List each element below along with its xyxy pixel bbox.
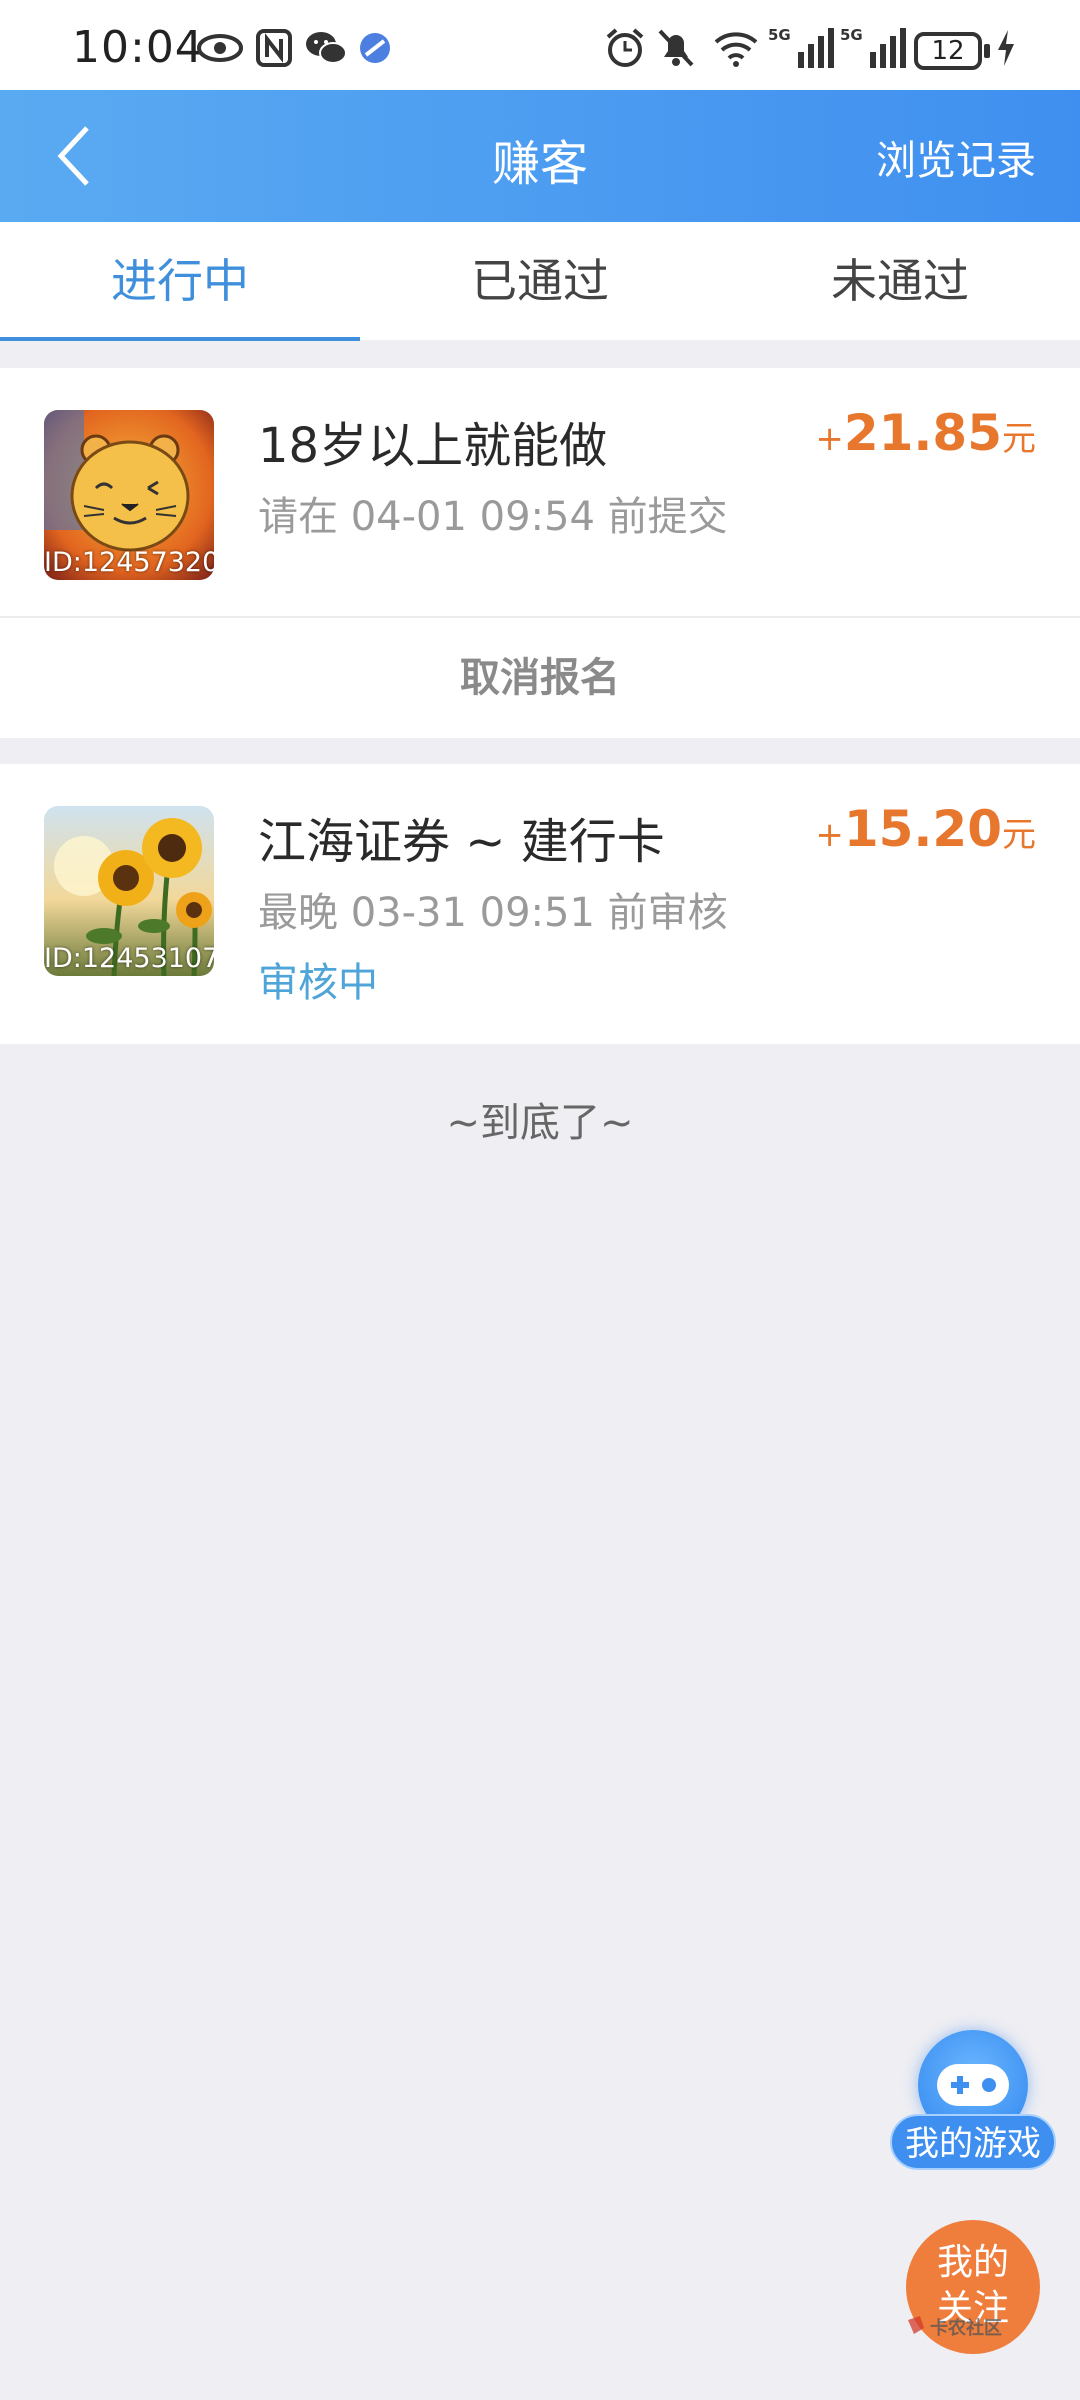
reward-amount: 21.85 — [843, 404, 1002, 462]
list-end-text: ~到底了~ — [446, 1100, 634, 1146]
back-button[interactable] — [40, 120, 110, 192]
wechat-icon — [304, 26, 348, 70]
tab-approved[interactable]: 已通过 — [360, 222, 720, 340]
wifi-icon — [712, 26, 760, 70]
task-reward: +21.85元 — [815, 404, 1036, 462]
cancel-signup-button[interactable]: 取消报名 — [0, 618, 1080, 738]
task-title: 18岁以上就能做 — [258, 418, 608, 474]
battery-tip — [984, 44, 990, 58]
reward-plus: + — [815, 419, 844, 459]
active-tab-indicator — [0, 337, 360, 341]
task-thumbnail: ID:12457320 — [44, 410, 214, 580]
chevron-left-icon — [57, 126, 89, 186]
app-icon — [358, 26, 392, 70]
my-games-button[interactable]: 我的游戏 — [890, 2030, 1056, 2180]
svg-text:5G: 5G — [840, 26, 863, 44]
watermark-text: 卡农社区 — [930, 2317, 1002, 2339]
reward-unit: 元 — [1002, 419, 1036, 459]
community-watermark: 卡农社区 — [904, 2312, 1024, 2352]
tab-rejected[interactable]: 未通过 — [720, 222, 1080, 340]
signal-icon-2: 5G — [840, 26, 906, 70]
thumbnail-id-label: ID:12457320 — [44, 547, 214, 578]
follow-label-line1: 我的 — [936, 2242, 1009, 2283]
task-deadline: 请在 04-01 09:54 前提交 — [258, 494, 728, 540]
svg-text:5G: 5G — [768, 26, 791, 44]
alarm-icon — [604, 26, 646, 70]
task-thumbnail: ID:12453107 — [44, 806, 214, 976]
charging-icon — [996, 26, 1016, 70]
reward-amount: 15.20 — [843, 800, 1002, 858]
reward-plus: + — [815, 815, 844, 855]
task-card[interactable]: ID:12453107 江海证券 ~ 建行卡 最晚 03-31 09:51 前审… — [0, 764, 1080, 1044]
reward-unit: 元 — [1002, 815, 1036, 855]
task-reward: +15.20元 — [815, 800, 1036, 858]
task-card[interactable]: ID:12457320 18岁以上就能做 请在 04-01 09:54 前提交 … — [0, 368, 1080, 738]
signal-icon-1: 5G — [768, 26, 834, 70]
battery-indicator: 12 — [914, 32, 982, 70]
status-tabs: 进行中 已通过 未通过 — [0, 222, 1080, 340]
task-review-deadline: 最晚 03-31 09:51 前审核 — [258, 890, 728, 936]
my-games-label: 我的游戏 — [890, 2114, 1056, 2170]
status-time: 10:04 — [72, 22, 204, 73]
browse-history-link[interactable]: 浏览记录 — [876, 128, 1036, 186]
thumbnail-id-label: ID:12453107 — [44, 943, 214, 974]
task-title: 江海证券 ~ 建行卡 — [258, 814, 665, 870]
tab-in-progress[interactable]: 进行中 — [0, 222, 360, 340]
mute-icon — [656, 26, 696, 70]
header-bar: 赚客 浏览记录 — [0, 90, 1080, 222]
review-status-badge: 审核中 — [258, 960, 378, 1006]
eye-icon — [196, 26, 244, 70]
nfc-icon — [256, 26, 292, 70]
status-bar: 10:04 5G 5G 12 — [0, 0, 1080, 90]
